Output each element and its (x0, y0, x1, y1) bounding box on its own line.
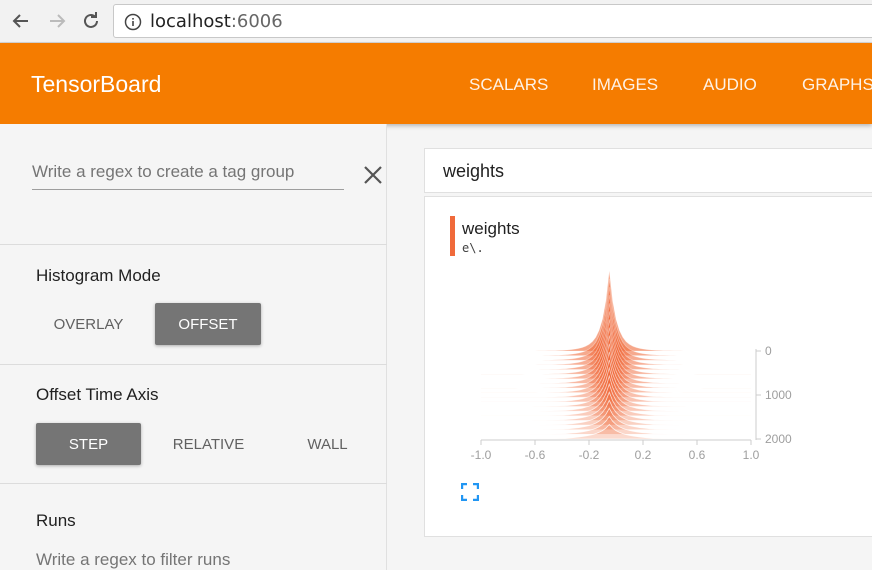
url-port: :6006 (230, 11, 283, 32)
offset-button[interactable]: OFFSET (155, 303, 261, 345)
chart-run-name: e\. (462, 241, 484, 255)
wall-button[interactable]: WALL (275, 423, 380, 465)
divider (0, 364, 387, 365)
tag-group-input[interactable]: Write a regex to create a tag group (32, 162, 344, 190)
main-content: weights weights e\. -1.0 -0.6 -0.2 0.2 0.6 1.… (387, 124, 872, 570)
forward-arrow-icon[interactable] (46, 10, 68, 32)
fullscreen-icon[interactable] (460, 482, 480, 502)
histogram-chart: -1.0 -0.6 -0.2 0.2 0.6 1.0 0 1000 2000 (471, 270, 792, 462)
x-tick-label: -0.2 (579, 448, 600, 462)
sidebar: Write a regex to create a tag group Hist… (0, 124, 387, 570)
relative-button[interactable]: RELATIVE (156, 423, 261, 465)
tab-graphs[interactable]: GRAPHS (802, 75, 872, 95)
close-icon[interactable] (362, 164, 384, 186)
reload-icon[interactable] (80, 10, 102, 32)
tab-audio[interactable]: AUDIO (703, 75, 757, 95)
x-tick-label: 1.0 (743, 448, 760, 462)
app-title: TensorBoard (31, 71, 162, 97)
runs-label: Runs (36, 511, 76, 530)
offset-time-axis-label: Offset Time Axis (36, 385, 159, 404)
runs-filter-input[interactable]: Write a regex to filter runs (36, 550, 230, 570)
category-title: weights (443, 161, 505, 181)
back-arrow-icon[interactable] (10, 10, 32, 32)
y-tick-label: 0 (765, 344, 772, 358)
info-icon[interactable] (124, 13, 142, 36)
chart-title: weights (462, 219, 520, 238)
run-color-swatch (450, 216, 455, 256)
browser-toolbar: localhost:6006 (0, 0, 872, 43)
y-tick-label: 2000 (765, 432, 792, 446)
address-bar[interactable]: localhost:6006 (113, 4, 872, 38)
url-host: localhost (150, 11, 231, 32)
category-header[interactable]: weights (424, 148, 872, 193)
step-button[interactable]: STEP (36, 423, 141, 465)
url-text: localhost:6006 (150, 11, 283, 32)
x-tick-label: 0.6 (689, 448, 706, 462)
overlay-button[interactable]: OVERLAY (36, 303, 141, 345)
histogram-card: weights e\. -1.0 -0.6 -0.2 0.2 0.6 1.0 0 1000 20… (424, 196, 872, 537)
x-tick-label: 0.2 (635, 448, 652, 462)
y-tick-label: 1000 (765, 388, 792, 402)
x-tick-label: -1.0 (471, 448, 492, 462)
x-tick-label: -0.6 (525, 448, 546, 462)
app-header: TensorBoard SCALARS IMAGES AUDIO GRAPHS (0, 43, 872, 124)
tab-images[interactable]: IMAGES (592, 75, 658, 95)
divider (0, 483, 387, 484)
histogram-mode-label: Histogram Mode (36, 266, 161, 285)
divider (0, 244, 387, 245)
tab-scalars[interactable]: SCALARS (469, 75, 548, 95)
